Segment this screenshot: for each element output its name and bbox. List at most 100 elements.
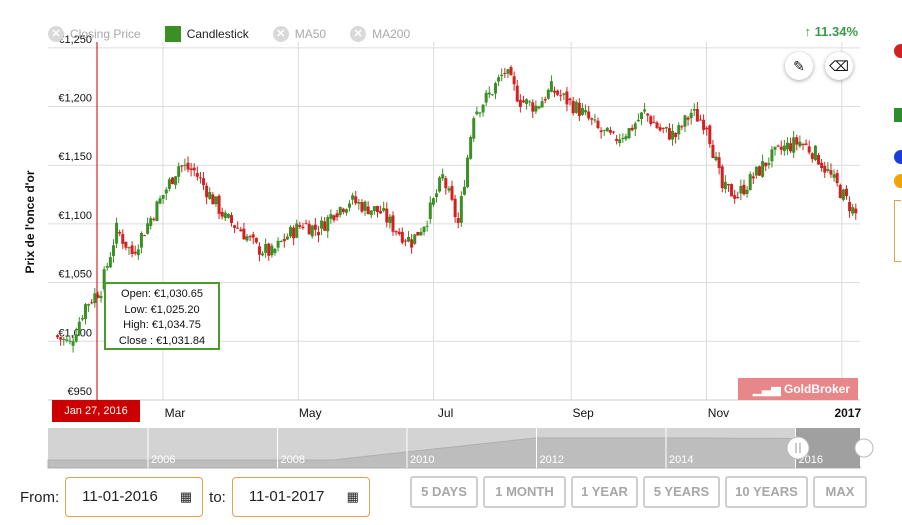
candle-body <box>180 165 184 167</box>
erase-button[interactable]: ⌫ <box>825 52 853 80</box>
legend-ma50[interactable]: ✕ MA50 <box>272 26 326 42</box>
candle-body <box>795 137 799 145</box>
candle-body <box>596 120 600 129</box>
calendar-icon[interactable]: ▦ <box>180 478 192 516</box>
candle-body <box>593 119 597 121</box>
candle-body <box>316 232 320 236</box>
candle-body <box>624 136 628 140</box>
candle-body <box>683 115 687 127</box>
tooltip-open: Open: €1,030.65 <box>121 288 203 300</box>
navigator-year-label: 2010 <box>410 454 434 466</box>
range-5-years-button[interactable]: 5 YEARS <box>643 476 720 508</box>
candle-body <box>826 168 830 171</box>
draw-button[interactable]: ✎ <box>785 52 813 80</box>
candle-body <box>136 249 140 256</box>
candle-body <box>692 109 696 111</box>
range-1-year-button[interactable]: 1 YEAR <box>571 476 638 508</box>
x-tick-label: Mar <box>165 406 186 420</box>
range-5-days-button[interactable]: 5 DAYS <box>410 476 478 508</box>
navigator-right-handle[interactable] <box>854 438 874 458</box>
candle-body <box>127 247 131 249</box>
candle-body <box>506 69 510 74</box>
disabled-x-icon: ✕ <box>272 26 289 42</box>
candle-body <box>115 222 119 244</box>
navigator-left-handle[interactable] <box>786 436 810 460</box>
legend-candlestick[interactable]: Candlestick <box>164 26 249 42</box>
candle-body <box>798 141 802 147</box>
candle-body <box>490 94 494 96</box>
candle-body <box>844 188 848 197</box>
candle-body <box>310 225 314 237</box>
eraser-icon: ⌫ <box>829 58 849 74</box>
candle-body <box>332 215 336 221</box>
candle-body <box>590 118 594 120</box>
cursor-date-flag: Jan 27, 2016 <box>52 400 140 422</box>
candle-body <box>65 339 69 341</box>
candle-body <box>410 239 414 248</box>
candle-body <box>335 213 339 218</box>
candle-body <box>804 143 808 145</box>
candle-body <box>434 193 438 198</box>
candle-body <box>764 162 768 167</box>
candle-body <box>214 196 218 205</box>
candle-body <box>394 231 398 233</box>
candle-body <box>643 109 647 112</box>
candle-body <box>295 223 299 238</box>
legend-label: MA200 <box>372 27 411 41</box>
green-square-icon <box>894 108 902 122</box>
candle-body <box>326 217 330 232</box>
tooltip-close: Close : €1,031.84 <box>118 334 206 347</box>
candle-body <box>838 184 842 199</box>
candle-body <box>705 127 709 130</box>
candle-body <box>745 189 749 194</box>
candle-body <box>276 240 280 248</box>
candle-body <box>767 163 771 165</box>
candle-body <box>59 337 63 340</box>
candle-body <box>785 142 789 150</box>
candle-body <box>646 113 650 116</box>
y-tick-label: €1,050 <box>58 269 92 281</box>
candle-body <box>351 195 355 200</box>
candle-body <box>121 234 125 244</box>
candle-body <box>456 218 460 223</box>
from-label: From: <box>20 488 60 506</box>
candle-body <box>782 145 786 152</box>
x-tick-label: Jul <box>438 406 453 420</box>
candle-body <box>289 226 293 237</box>
bars-icon: ▁▃▅ <box>752 382 781 396</box>
candle-body <box>677 125 681 135</box>
candle-body <box>661 127 665 129</box>
candle-body <box>164 189 168 194</box>
candle-body <box>108 257 112 268</box>
range-max-button[interactable]: MAX <box>813 476 867 508</box>
to-date-input[interactable]: 11-01-2017 ▦ <box>231 477 370 517</box>
candle-body <box>360 202 364 212</box>
x-tick-label: May <box>299 406 322 420</box>
candle-body <box>372 206 376 212</box>
candle-body <box>425 225 429 227</box>
candle-body <box>167 179 171 189</box>
legend-label: Closing Price <box>70 27 141 41</box>
calendar-icon[interactable]: ▦ <box>347 478 359 516</box>
candle-body <box>170 177 174 184</box>
candle-body <box>183 164 187 166</box>
legend-closing-price[interactable]: ✕ Closing Price <box>48 26 141 42</box>
candle-body <box>422 226 426 233</box>
y-tick-label: €1,200 <box>58 93 92 105</box>
candle-body <box>742 184 746 195</box>
candle-body <box>711 144 715 159</box>
candle-body <box>577 102 581 116</box>
candle-body <box>84 304 88 319</box>
candle-body <box>605 127 609 132</box>
candle-body <box>751 176 755 179</box>
candle-body <box>807 146 811 153</box>
candle-body <box>848 201 852 212</box>
candle-body <box>217 195 221 214</box>
candle-body <box>698 119 702 121</box>
candle-body <box>369 210 373 216</box>
range-1-month-button[interactable]: 1 MONTH <box>483 476 566 508</box>
range-navigator[interactable]: 2006 2008 2010 2012 2014 2016 <box>47 428 874 469</box>
from-date-input[interactable]: 11-01-2016 ▦ <box>65 477 204 517</box>
legend-ma200[interactable]: ✕ MA200 <box>350 26 410 42</box>
range-10-years-button[interactable]: 10 YEARS <box>725 476 808 508</box>
